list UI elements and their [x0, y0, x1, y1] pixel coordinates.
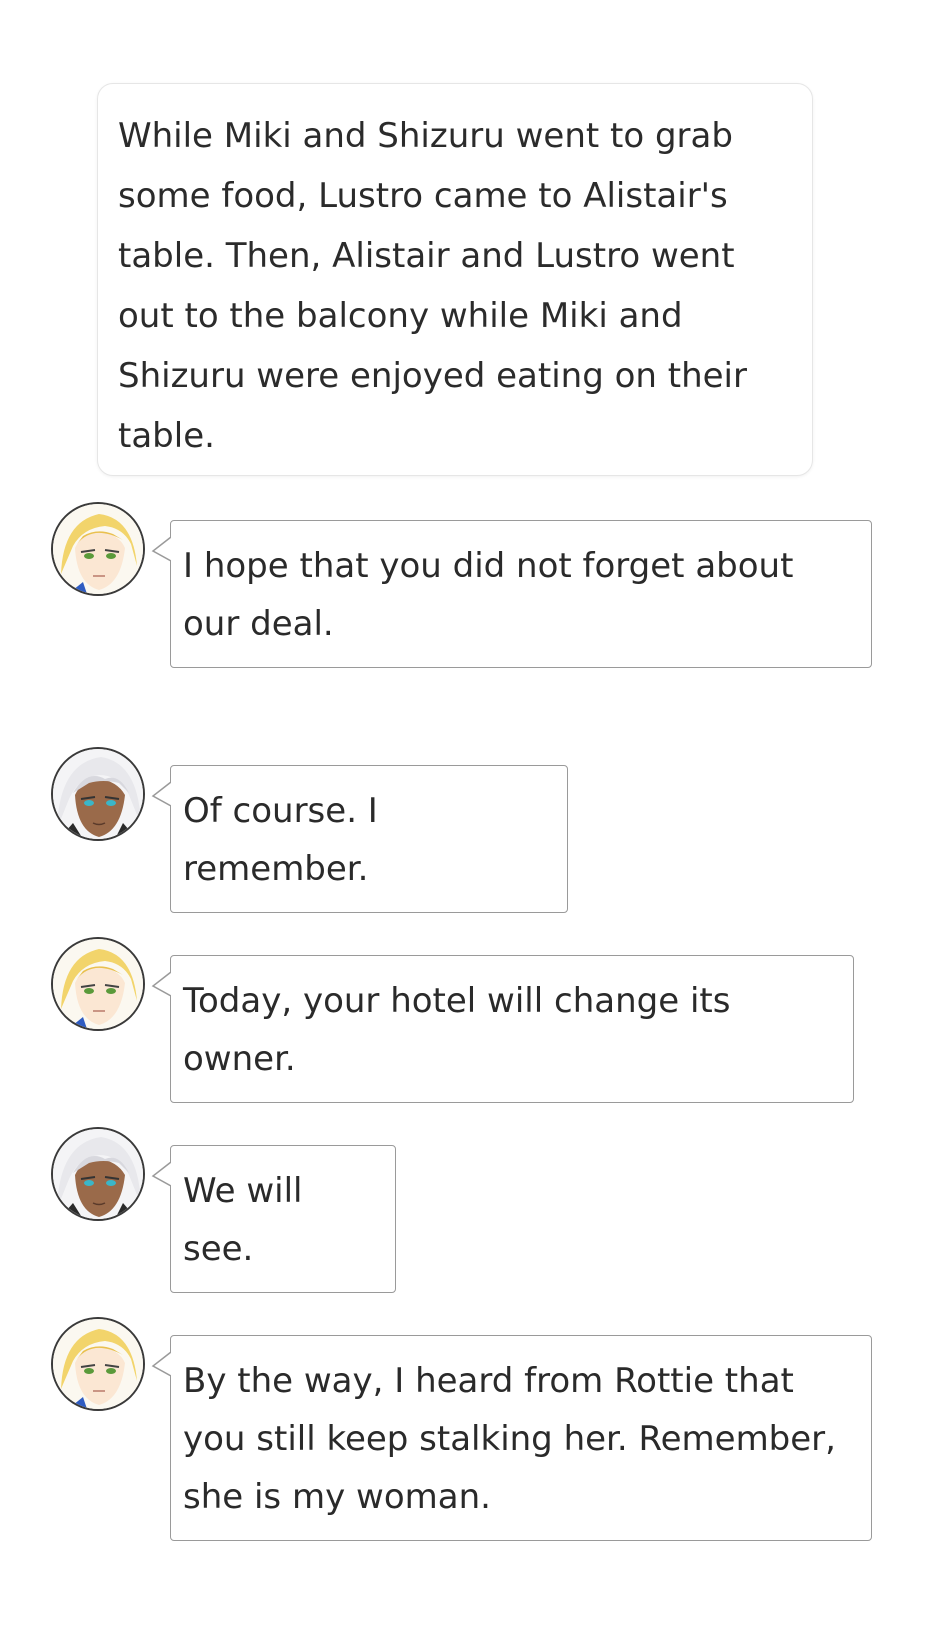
- message-text: By the way, I heard from Rottie that you…: [183, 1361, 836, 1517]
- bubble-tail-icon: [151, 536, 171, 562]
- message-text: Today, your hotel will change its owner.: [183, 981, 731, 1079]
- blonde-character-avatar-icon[interactable]: [51, 937, 145, 1031]
- bubble-tail-icon: [151, 781, 171, 807]
- white-haired-character-avatar-icon[interactable]: [51, 1127, 145, 1221]
- bubble-tail-icon: [151, 1161, 171, 1187]
- narration-text: While Miki and Shizuru went to grab some…: [118, 116, 747, 456]
- bubble-tail-icon: [151, 1351, 171, 1377]
- speech-bubble: Today, your hotel will change its owner.: [151, 955, 854, 1103]
- bubble-tail-icon: [151, 971, 171, 997]
- message-text: We will see.: [183, 1171, 303, 1269]
- message-text: I hope that you did not forget about our…: [183, 546, 794, 644]
- speech-bubble: I hope that you did not forget about our…: [151, 520, 872, 668]
- blonde-character-avatar-icon[interactable]: [51, 502, 145, 596]
- speech-bubble: We will see.: [151, 1145, 396, 1293]
- speech-bubble: By the way, I heard from Rottie that you…: [151, 1335, 872, 1541]
- message-text: Of course. I remember.: [183, 791, 378, 889]
- narration-box: While Miki and Shizuru went to grab some…: [97, 83, 813, 476]
- white-haired-character-avatar-icon[interactable]: [51, 747, 145, 841]
- speech-bubble: Of course. I remember.: [151, 765, 568, 913]
- blonde-character-avatar-icon[interactable]: [51, 1317, 145, 1411]
